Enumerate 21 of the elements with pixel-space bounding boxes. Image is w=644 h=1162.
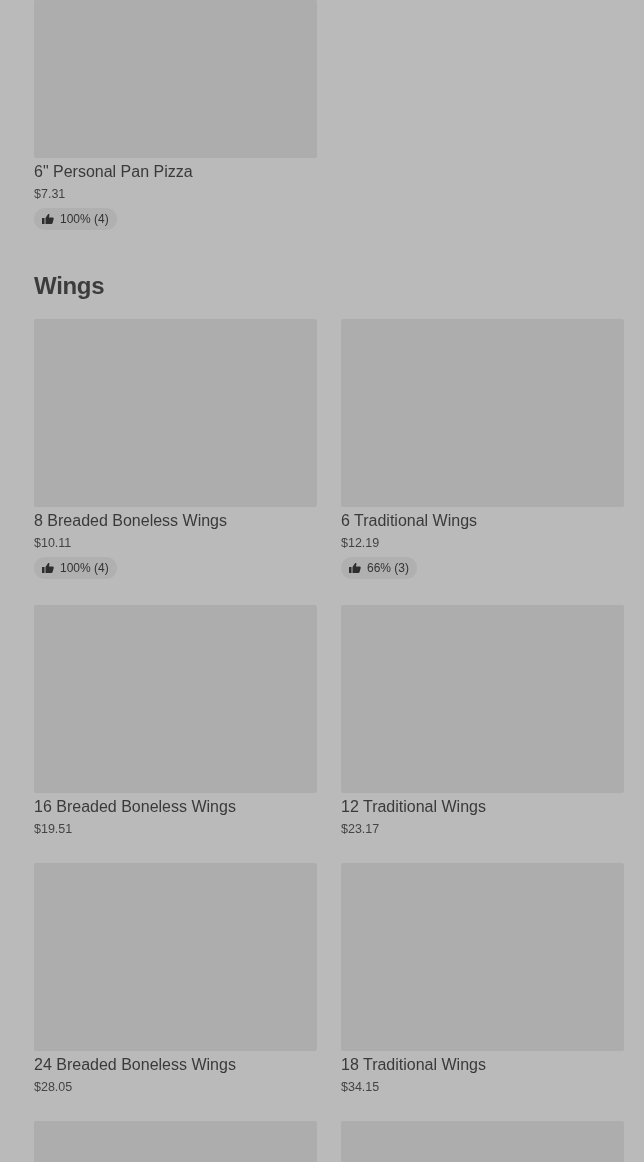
rating-badge: 100% (4) xyxy=(34,557,117,579)
section-heading: Wings xyxy=(34,272,106,300)
item-price: $23.17 xyxy=(341,821,380,837)
item-price: $12.19 xyxy=(341,535,380,551)
item-name[interactable]: 6 Traditional Wings xyxy=(341,511,478,531)
item-name[interactable]: 18 Traditional Wings xyxy=(341,1055,486,1075)
rating-badge: 100% (4) xyxy=(34,208,117,230)
item-price: $19.51 xyxy=(34,821,73,837)
item-name[interactable]: 6" Personal Pan Pizza xyxy=(34,162,193,182)
item-price: $28.05 xyxy=(34,1079,73,1095)
thumbs-up-icon xyxy=(349,562,361,574)
item-price: $34.15 xyxy=(341,1079,380,1095)
item-name[interactable]: 8 Breaded Boneless Wings xyxy=(34,511,227,531)
item-name[interactable]: 16 Breaded Boneless Wings xyxy=(34,797,236,817)
item-name[interactable]: 24 Breaded Boneless Wings xyxy=(34,1055,236,1075)
item-price: $7.31 xyxy=(34,186,66,202)
rating-badge: 66% (3) xyxy=(341,557,418,579)
item-name[interactable]: 12 Traditional Wings xyxy=(341,797,486,817)
thumbs-up-icon xyxy=(42,213,54,225)
item-price: $10.11 xyxy=(34,535,72,551)
thumbs-up-icon xyxy=(42,562,54,574)
